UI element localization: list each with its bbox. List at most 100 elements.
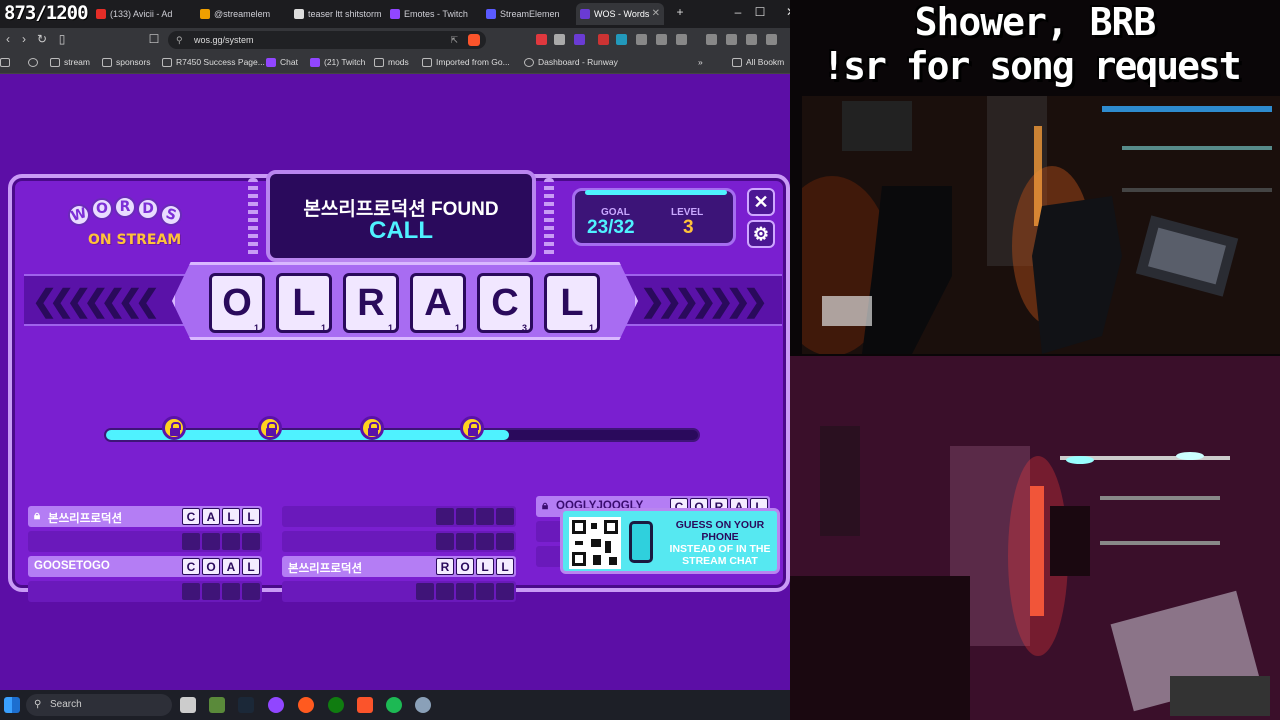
twitch-icon — [390, 9, 400, 19]
letter-tile[interactable]: L1 — [276, 273, 332, 333]
all-bookmarks[interactable]: All Bookm — [732, 56, 784, 69]
brave-shield-icon[interactable] — [468, 34, 480, 46]
bookmark-imported[interactable]: Imported from Go... — [422, 56, 510, 69]
xbox-icon[interactable] — [328, 697, 344, 713]
minimize-button[interactable]: – — [728, 5, 748, 19]
overlay-subtitle: !sr for song request — [822, 44, 1242, 88]
overlay-title: Shower, BRB — [914, 0, 1157, 44]
word-row: 본쓰리프로덕션 R O L L — [282, 556, 516, 577]
maximize-button[interactable]: ☐ — [750, 5, 770, 19]
n-icon — [162, 58, 172, 67]
letter-tile[interactable]: O1 — [209, 273, 265, 333]
bookmark-stream[interactable]: stream — [50, 56, 90, 69]
bookmark-sponsors[interactable]: sponsors — [102, 56, 151, 69]
reload-icon[interactable]: ↻ — [34, 32, 50, 46]
task-view-icon[interactable] — [180, 697, 196, 713]
tab-streamelements-1[interactable]: @streamelem — [196, 3, 284, 25]
wos-icon — [580, 9, 590, 19]
found-banner: 본쓰리프로덕션 FOUND CALL — [248, 170, 554, 262]
app-icon[interactable] — [268, 697, 284, 713]
qr-code — [569, 517, 621, 569]
extension-icon[interactable] — [536, 34, 547, 45]
stream-counter: 873/1200 — [4, 2, 89, 24]
extension-icon[interactable] — [656, 34, 667, 45]
word-row — [282, 506, 516, 527]
twitch-icon — [310, 58, 320, 67]
bookmark-mods[interactable]: mods — [374, 56, 409, 69]
bookmark-icon[interactable]: ☐ — [146, 32, 162, 46]
extension-icon[interactable] — [616, 34, 627, 45]
close-tab-icon[interactable]: ✕ — [652, 3, 660, 25]
taskbar: ⚲ Search — [0, 690, 805, 720]
word-row: GOOSETOGO C O A L — [28, 556, 262, 577]
streamelements-icon — [200, 9, 210, 19]
lock-icon — [162, 416, 186, 440]
extension-icon[interactable] — [636, 34, 647, 45]
bolt-column — [248, 178, 258, 258]
letter-tile[interactable]: A1 — [410, 273, 466, 333]
app-icon[interactable] — [209, 697, 225, 713]
search-icon: ⚲ — [34, 699, 42, 710]
level-value: 3 — [683, 217, 694, 238]
extension-icon[interactable] — [598, 34, 609, 45]
webcam-room-view — [802, 96, 1280, 354]
ai-icon[interactable] — [766, 34, 777, 45]
letter-tile[interactable]: L1 — [544, 273, 600, 333]
extension-icon[interactable] — [574, 34, 585, 45]
folder-icon — [102, 58, 112, 67]
bookmark-r7450[interactable]: R7450 Success Page... — [162, 56, 265, 69]
steam-icon[interactable] — [238, 697, 254, 713]
share-icon[interactable]: ⇱ — [450, 31, 458, 49]
bookmark-runway[interactable]: Dashboard - Runway — [524, 56, 618, 69]
words-on-stream-logo: W O R D S ON STREAM — [65, 196, 198, 254]
word-row: 🔒︎ 본쓰리프로덕션 C A L L — [28, 506, 262, 527]
chevrons-right: ❯❯❯❯❯❯❯ — [640, 285, 768, 318]
webcam-shower-room-view — [790, 356, 1280, 720]
word-row — [282, 581, 516, 602]
phone-guess-promo[interactable]: GUESS ON YOUR PHONE INSTEAD OF IN THE ST… — [560, 508, 780, 574]
back-icon[interactable]: ‹ — [0, 32, 16, 46]
settings-button[interactable]: ⚙ — [747, 220, 775, 248]
tab-youtube[interactable]: (133) Avicii - Ad — [92, 3, 184, 25]
new-tab-button[interactable]: + — [670, 5, 690, 19]
extension-icon[interactable] — [676, 34, 687, 45]
letter-tile[interactable]: C3 — [477, 273, 533, 333]
windows-start-icon[interactable] — [4, 697, 20, 713]
tab-emotes-twitch[interactable]: Emotes - Twitch — [386, 3, 476, 25]
extension-icon[interactable] — [554, 34, 565, 45]
settings-icon[interactable] — [415, 697, 431, 713]
bolt-column — [544, 178, 554, 258]
extension-icon[interactable] — [726, 34, 737, 45]
tab-bar: (133) Avicii - Ad @streamelem teaser ltt… — [0, 0, 805, 28]
brave-icon[interactable] — [357, 697, 373, 713]
score-panel: GOAL 23/32 LEVEL 3 — [572, 188, 736, 246]
bookmark-twitch[interactable]: (21) Twitch — [310, 56, 365, 69]
sidebar-icon[interactable]: ▯ — [54, 32, 70, 46]
tab-wos[interactable]: WOS - Words ✕ — [576, 3, 664, 25]
tab-teaser[interactable]: teaser ltt shitstorm — [290, 3, 386, 25]
forward-icon[interactable]: › — [16, 32, 32, 46]
twitch-icon — [266, 58, 276, 67]
site-info-icon[interactable]: ⚲ — [176, 31, 183, 49]
tab-streamelements-2[interactable]: StreamElemen — [482, 3, 572, 25]
doc-icon — [294, 9, 304, 19]
more-bookmarks-icon[interactable]: » — [698, 56, 703, 69]
close-button[interactable]: ✕ — [747, 188, 775, 216]
taskbar-search[interactable]: ⚲ Search — [26, 694, 172, 716]
spotify-icon[interactable] — [386, 697, 402, 713]
bookmarks-bar: stream sponsors R7450 Success Page... Ch… — [0, 52, 805, 74]
extension-icon[interactable] — [746, 34, 757, 45]
chevrons-left: ❮❮❮❮❮❮❮ — [32, 285, 160, 318]
room-scene-2 — [790, 356, 1280, 720]
letter-tile[interactable]: R1 — [343, 273, 399, 333]
music-icon[interactable] — [706, 34, 717, 45]
app-icon[interactable] — [298, 697, 314, 713]
url-field[interactable]: ⚲ wos.gg/system ⇱ — [168, 31, 486, 49]
found-word: CALL — [369, 217, 433, 244]
score-bar — [585, 190, 727, 195]
letter-rack: O1 L1 R1 A1 C3 L1 — [172, 262, 638, 340]
phone-icon — [629, 521, 653, 563]
bookmark-chat[interactable]: Chat — [266, 56, 298, 69]
streamelements-icon — [486, 9, 496, 19]
folder-icon — [50, 58, 60, 67]
